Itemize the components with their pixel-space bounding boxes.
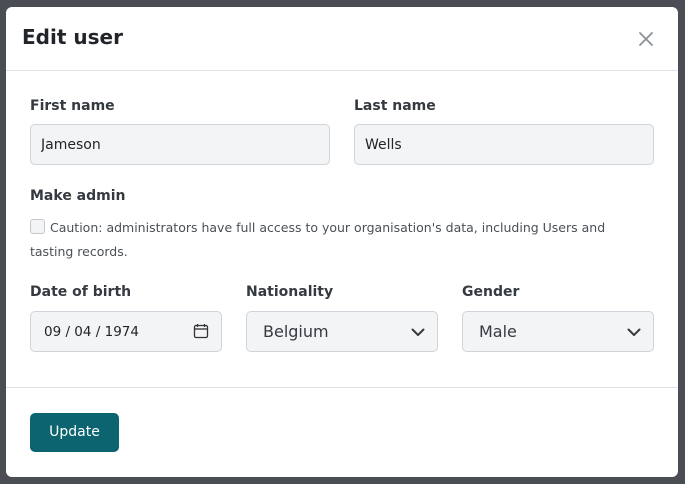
close-icon (639, 32, 653, 46)
chevron-down-icon (411, 328, 425, 336)
update-button[interactable]: Update (30, 413, 119, 452)
first-name-label: First name (30, 98, 115, 114)
date-of-birth-field[interactable]: 09 / 04 / 1974 (30, 311, 222, 352)
date-of-birth-label: Date of birth (30, 284, 132, 300)
modal-title: Edit user (22, 25, 123, 49)
close-button[interactable] (636, 29, 656, 49)
nationality-label: Nationality (246, 284, 334, 300)
last-name-field[interactable] (354, 124, 654, 165)
footer-divider (6, 387, 678, 388)
modal-header: Edit user (6, 7, 678, 71)
nationality-select[interactable]: Belgium (246, 311, 438, 352)
gender-selected-value: Male (479, 322, 517, 341)
date-of-birth-value: 09 / 04 / 1974 (44, 324, 139, 340)
calendar-icon[interactable] (193, 323, 209, 339)
make-admin-label: Make admin (30, 188, 126, 204)
gender-label: Gender (462, 284, 520, 300)
edit-user-modal: Edit user First name Last name Make admi… (6, 7, 678, 477)
gender-select[interactable]: Male (462, 311, 654, 352)
make-admin-checkbox[interactable] (30, 219, 45, 234)
first-name-field[interactable] (30, 124, 330, 165)
nationality-selected-value: Belgium (263, 322, 329, 341)
chevron-down-icon (627, 328, 641, 336)
admin-caution-text: Caution: administrators have full access… (30, 220, 606, 259)
last-name-label: Last name (354, 98, 436, 114)
